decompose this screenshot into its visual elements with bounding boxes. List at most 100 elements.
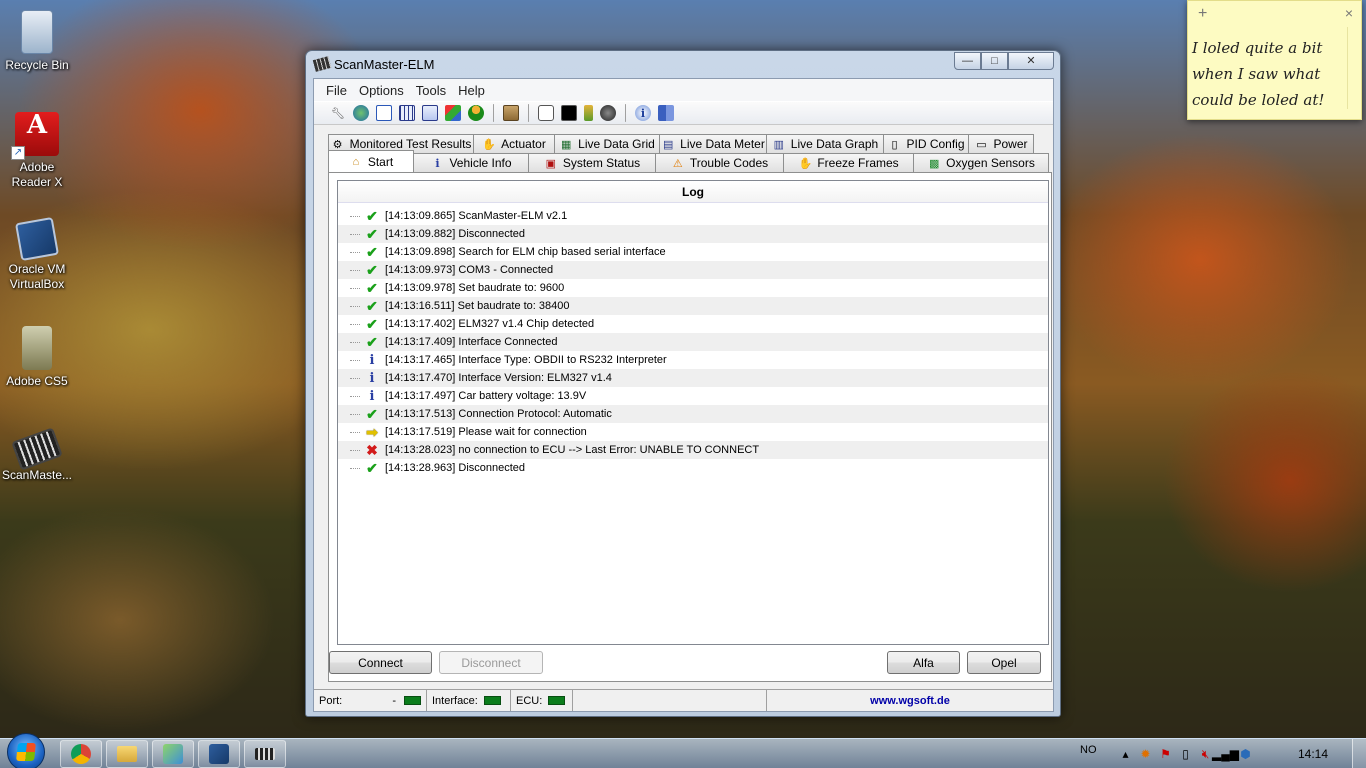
battery-icon[interactable] [584, 105, 593, 121]
log-entry[interactable]: ✔ [14:13:17.409] Interface Connected [338, 333, 1048, 351]
person-icon[interactable] [468, 105, 484, 121]
language-indicator[interactable]: NO [1080, 744, 1097, 756]
website-link[interactable]: www.wgsoft.de [870, 695, 950, 707]
minimize-button[interactable]: — [954, 52, 981, 70]
gauge-icon[interactable] [600, 105, 616, 121]
sticky-note-scrollbar[interactable] [1347, 27, 1359, 109]
tab-oxygen-sensors[interactable]: ▩ Oxygen Sensors [913, 153, 1049, 172]
log-entry[interactable]: ✔ [14:13:09.973] COM3 - Connected [338, 261, 1048, 279]
opel-button[interactable]: Opel [967, 651, 1041, 674]
document-icon[interactable] [376, 105, 392, 121]
taskbar-network[interactable] [152, 740, 194, 768]
tree-line [350, 323, 360, 325]
log-entry-text: [14:13:17.513] Connection Protocol: Auto… [385, 408, 612, 420]
tab-start[interactable]: ⌂ Start [328, 150, 414, 172]
tab-vehicle-info[interactable]: i Vehicle Info [413, 153, 529, 172]
log-list[interactable]: Log ✔ [14:13:09.865] ScanMaster-ELM v2.1 ✔… [337, 180, 1049, 645]
sun-icon[interactable]: ✹ [1139, 747, 1153, 761]
flag-icon[interactable]: ⚑ [1159, 747, 1173, 761]
tab-power[interactable]: ▭ Power [968, 134, 1034, 153]
toolbar-separator [493, 104, 494, 122]
log-entry-text: [14:13:17.465] Interface Type: OBDII to … [385, 354, 667, 366]
sticky-note-text[interactable]: I loled quite a bit when I saw what coul… [1188, 27, 1361, 113]
desktop-icon-recycle-bin[interactable]: Recycle Bin [0, 10, 74, 73]
adobe-reader-icon: ↗ [11, 112, 59, 160]
terminal-icon[interactable] [561, 105, 577, 121]
desktop-icon-adobe-cs5[interactable]: Adobe CS5 [0, 326, 74, 389]
show-hidden-icons-icon[interactable]: ▴ [1119, 747, 1133, 761]
alfa-button[interactable]: Alfa [887, 651, 960, 674]
log-entry-text: [14:13:09.973] COM3 - Connected [385, 264, 554, 276]
disconnect-button[interactable]: Disconnect [439, 651, 543, 674]
globe-icon[interactable] [353, 105, 369, 121]
log-entry[interactable]: ✔ [14:13:17.513] Connection Protocol: Aut… [338, 405, 1048, 423]
clipboard-icon[interactable] [503, 105, 519, 121]
speaker-muted-icon[interactable]: 🔇︎ [1199, 747, 1213, 761]
add-note-button[interactable]: + [1198, 5, 1207, 23]
log-entry[interactable]: ✔ [14:13:16.511] Set baudrate to: 38400 [338, 297, 1048, 315]
chrome-icon [71, 744, 91, 764]
tab-live-data-graph[interactable]: ▥ Live Data Graph [766, 134, 884, 153]
tab-trouble-codes[interactable]: ⚠ Trouble Codes [655, 153, 784, 172]
log-entry[interactable]: ✖ [14:13:28.023] no connection to ECU -->… [338, 441, 1048, 459]
taskbar-chrome[interactable] [60, 740, 102, 768]
meter-icon: ▤ [662, 138, 674, 151]
tree-line [350, 287, 360, 289]
grid-icon[interactable] [399, 105, 415, 121]
menu-file[interactable]: File [320, 83, 353, 98]
log-entry[interactable]: ➡ [14:13:17.519] Please wait for connecti… [338, 423, 1048, 441]
menu-tools[interactable]: Tools [410, 83, 452, 98]
wrench-icon[interactable]: 🔧︎ [330, 105, 346, 121]
close-note-button[interactable]: × [1345, 5, 1353, 21]
tab-pid-config[interactable]: ▯ PID Config [883, 134, 969, 153]
graph-icon[interactable] [445, 105, 461, 121]
tab-freeze-frames[interactable]: ✋ Freeze Frames [783, 153, 914, 172]
menu-options[interactable]: Options [353, 83, 410, 98]
log-entry[interactable]: ✔ [14:13:09.978] Set baudrate to: 9600 [338, 279, 1048, 297]
log-entry[interactable]: ✔ [14:13:28.963] Disconnected [338, 459, 1048, 477]
log-entry[interactable]: ✔ [14:13:17.402] ELM327 v1.4 Chip detecte… [338, 315, 1048, 333]
arrow-right-icon: ➡ [366, 423, 378, 440]
log-entry[interactable]: ✔ [14:13:09.882] Disconnected [338, 225, 1048, 243]
meter-icon[interactable] [422, 105, 438, 121]
tab-system-status[interactable]: ▣ System Status [528, 153, 656, 172]
connect-button[interactable]: Connect [329, 651, 432, 674]
log-entry[interactable]: i [14:13:17.470] Interface Version: ELM32… [338, 369, 1048, 387]
clock[interactable]: 14:14 [1298, 747, 1328, 761]
title-bar[interactable]: ScanMaster-ELM — □ ✕ [306, 51, 1060, 77]
menu-help[interactable]: Help [452, 83, 491, 98]
desktop-icon-scanmaster[interactable]: ScanMaste... [0, 424, 74, 483]
taskbar-explorer[interactable] [106, 740, 148, 768]
close-button[interactable]: ✕ [1008, 52, 1054, 70]
log-entry[interactable]: i [14:13:17.497] Car battery voltage: 13.… [338, 387, 1048, 405]
toolbar-separator [528, 104, 529, 122]
book-icon[interactable] [658, 105, 674, 121]
sticky-note[interactable]: + × I loled quite a bit when I saw what … [1187, 0, 1362, 120]
desktop-icon-virtualbox[interactable]: Oracle VM VirtualBox [0, 216, 74, 292]
start-button[interactable] [7, 733, 45, 768]
taskbar-virtualbox[interactable] [198, 740, 240, 768]
log-entry[interactable]: ✔ [14:13:09.865] ScanMaster-ELM v2.1 [338, 207, 1048, 225]
url-cell: www.wgsoft.de [767, 690, 1053, 711]
info-icon: i [435, 156, 440, 170]
log-header[interactable]: Log [338, 181, 1048, 203]
checkmark-icon: ✔ [366, 459, 378, 476]
tab-live-data-grid[interactable]: ▦ Live Data Grid [554, 134, 660, 153]
tab-actuator[interactable]: ✋ Actuator [473, 134, 555, 153]
log-entry[interactable]: ✔ [14:13:09.898] Search for ELM chip base… [338, 243, 1048, 261]
usb-icon[interactable]: ▯ [1179, 747, 1193, 761]
desktop-icon-adobe-reader[interactable]: ↗ Adobe Reader X [0, 112, 74, 190]
info-icon[interactable]: i [635, 105, 651, 121]
maximize-button[interactable]: □ [981, 52, 1008, 70]
graph-icon: ▥ [773, 138, 784, 151]
show-desktop-button[interactable] [1352, 739, 1366, 768]
chat-icon[interactable] [538, 105, 554, 121]
security-icon[interactable]: ⬢ [1239, 747, 1253, 761]
tree-line [350, 449, 360, 451]
tab-live-data-meter[interactable]: ▤ Live Data Meter [659, 134, 767, 153]
taskbar-scanmaster[interactable] [244, 740, 286, 768]
tab-row-2: ⌂ Start i Vehicle Info ▣ System Status ⚠ Tro… [328, 150, 1052, 172]
chip-icon [11, 427, 63, 471]
log-entry[interactable]: i [14:13:17.465] Interface Type: OBDII to… [338, 351, 1048, 369]
signal-icon[interactable]: ▂▄▆ [1212, 747, 1239, 761]
